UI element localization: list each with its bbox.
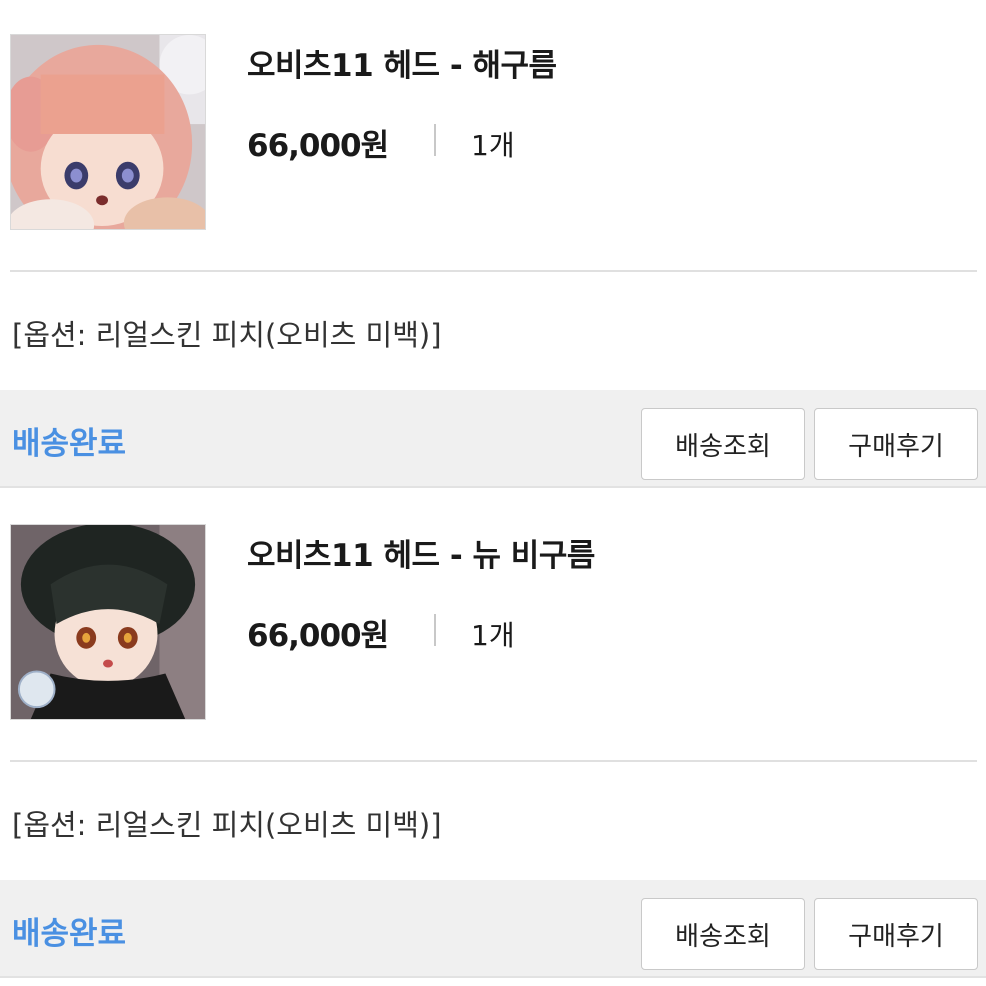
track-delivery-button[interactable]: 배송조회: [641, 898, 805, 970]
product-thumbnail-pink-doll[interactable]: [10, 34, 206, 230]
order-item: 오비츠11 헤드 - 뉴 비구름 66,000원 1개 [옵션: 리얼스킨 피치…: [0, 490, 986, 980]
order-footer: 배송완료 배송조회 구매후기: [0, 390, 986, 488]
write-review-button[interactable]: 구매후기: [814, 898, 978, 970]
divider: [10, 270, 977, 272]
order-footer: 배송완료 배송조회 구매후기: [0, 880, 986, 978]
product-quantity: 1개: [471, 619, 515, 652]
product-quantity: 1개: [471, 129, 515, 162]
order-item: 오비츠11 헤드 - 해구름 66,000원 1개 [옵션: 리얼스킨 피치(오…: [0, 0, 986, 490]
divider: [434, 614, 436, 646]
product-option: [옵션: 리얼스킨 피치(오비츠 미백)]: [12, 318, 442, 352]
divider: [434, 124, 436, 156]
product-option: [옵션: 리얼스킨 피치(오비츠 미백)]: [12, 808, 442, 842]
delivery-status: 배송완료: [12, 426, 127, 462]
delivery-status: 배송완료: [12, 916, 127, 952]
product-thumbnail-dark-doll[interactable]: [10, 524, 206, 720]
product-name[interactable]: 오비츠11 헤드 - 뉴 비구름: [247, 530, 595, 575]
product-name[interactable]: 오비츠11 헤드 - 해구름: [247, 40, 557, 85]
doll-head-image: [11, 35, 205, 229]
write-review-button[interactable]: 구매후기: [814, 408, 978, 480]
divider: [10, 760, 977, 762]
track-delivery-button[interactable]: 배송조회: [641, 408, 805, 480]
product-price: 66,000원: [247, 128, 389, 164]
product-price: 66,000원: [247, 618, 389, 654]
doll-head-image: [11, 525, 205, 719]
